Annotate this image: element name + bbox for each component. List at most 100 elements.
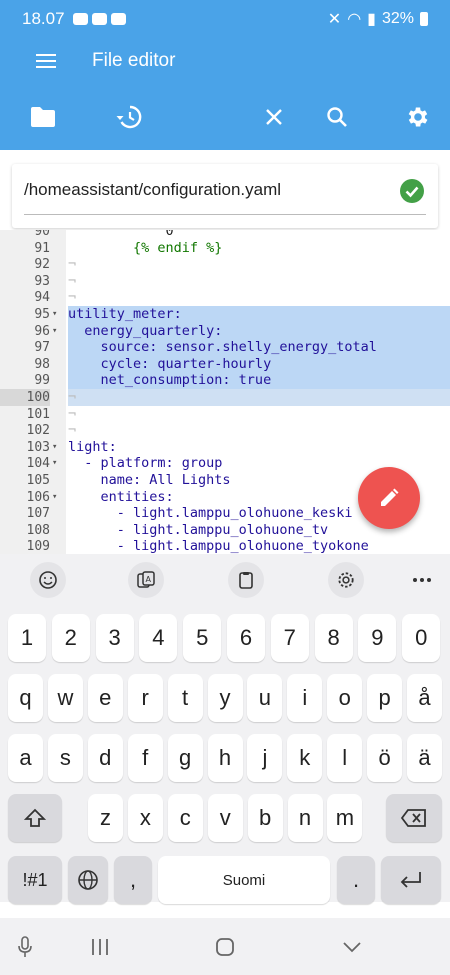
- code-line[interactable]: 90 0: [0, 230, 450, 240]
- status-right: ✕ ◠ ▮ 32%: [328, 9, 428, 29]
- shift-key[interactable]: [8, 794, 62, 842]
- code-line[interactable]: 109 - light.lamppu_olohuone_tyokone: [0, 538, 450, 554]
- gallery-notification-icon: [110, 13, 126, 25]
- fold-toggle-icon[interactable]: ▾: [52, 306, 62, 323]
- period-key[interactable]: .: [337, 856, 375, 904]
- key-x[interactable]: x: [127, 794, 163, 842]
- line-number: 93: [34, 273, 50, 289]
- keyboard-settings-button[interactable]: [328, 562, 364, 598]
- code-line[interactable]: 91 {% endif %}: [0, 240, 450, 257]
- key-l[interactable]: l: [327, 734, 363, 782]
- settings-button[interactable]: [396, 95, 440, 139]
- line-content: - light.lamppu_olohuone_tyokone: [68, 538, 369, 554]
- home-button[interactable]: [210, 932, 240, 962]
- text-style-button[interactable]: A: [128, 562, 164, 598]
- key-s[interactable]: s: [47, 734, 83, 782]
- menu-button[interactable]: [0, 38, 92, 84]
- key-y[interactable]: y: [207, 674, 243, 722]
- key-4[interactable]: 4: [139, 614, 178, 662]
- code-line[interactable]: 102 ¬: [0, 422, 450, 439]
- file-path[interactable]: /homeassistant/configuration.yaml: [24, 180, 281, 200]
- shift-icon: [24, 808, 46, 827]
- key-3[interactable]: 3: [95, 614, 134, 662]
- key-5[interactable]: 5: [183, 614, 222, 662]
- key-w[interactable]: w: [47, 674, 83, 722]
- key-ö[interactable]: ö: [367, 734, 403, 782]
- fold-toggle-icon[interactable]: ▾: [52, 323, 62, 340]
- key-ä[interactable]: ä: [407, 734, 442, 782]
- fold-toggle-icon[interactable]: ▾: [52, 489, 62, 506]
- key-u[interactable]: u: [247, 674, 283, 722]
- comma-key[interactable]: ,: [114, 856, 152, 904]
- key-z[interactable]: z: [88, 794, 123, 842]
- emoji-button[interactable]: [30, 562, 66, 598]
- key-n[interactable]: n: [287, 794, 323, 842]
- system-nav-bar: [0, 918, 450, 975]
- key-p[interactable]: p: [367, 674, 403, 722]
- key-j[interactable]: j: [247, 734, 283, 782]
- key-c[interactable]: c: [167, 794, 203, 842]
- key-2[interactable]: 2: [51, 614, 90, 662]
- search-icon: [327, 107, 347, 127]
- code-line[interactable]: 101 ¬: [0, 406, 450, 423]
- key-8[interactable]: 8: [314, 614, 353, 662]
- back-button[interactable]: [337, 932, 367, 962]
- enter-key[interactable]: [381, 856, 441, 904]
- key-1[interactable]: 1: [8, 614, 46, 662]
- line-content: utility_meter:: [68, 306, 450, 323]
- key-å[interactable]: å: [407, 674, 442, 722]
- line-content: net_consumption: true: [68, 372, 450, 390]
- key-t[interactable]: t: [167, 674, 203, 722]
- code-line[interactable]: 95 ▾ utility_meter:: [0, 306, 450, 323]
- history-button[interactable]: [107, 95, 151, 139]
- key-h[interactable]: h: [207, 734, 243, 782]
- key-o[interactable]: o: [327, 674, 363, 722]
- code-line[interactable]: 103 ▾ light:: [0, 439, 450, 456]
- code-line[interactable]: 94 ¬: [0, 289, 450, 306]
- edit-fab-button[interactable]: [358, 467, 420, 529]
- key-q[interactable]: q: [8, 674, 43, 722]
- line-number: 98: [34, 356, 50, 372]
- code-line[interactable]: 92 ¬: [0, 256, 450, 273]
- space-key[interactable]: Suomi: [158, 856, 330, 904]
- line-number: 102: [26, 423, 50, 439]
- fold-toggle-icon[interactable]: ▾: [52, 439, 62, 456]
- key-r[interactable]: r: [127, 674, 163, 722]
- key-9[interactable]: 9: [358, 614, 397, 662]
- backspace-key[interactable]: [386, 794, 442, 842]
- recents-button[interactable]: [85, 932, 115, 962]
- search-button[interactable]: [315, 95, 359, 139]
- code-line[interactable]: 97 source: sensor.shelly_energy_total: [0, 339, 450, 357]
- code-line[interactable]: 100 ¬: [0, 389, 450, 406]
- language-key[interactable]: [68, 856, 108, 904]
- key-0[interactable]: 0: [402, 614, 441, 662]
- clipboard-button[interactable]: [228, 562, 264, 598]
- key-f[interactable]: f: [127, 734, 163, 782]
- key-b[interactable]: b: [247, 794, 283, 842]
- code-line[interactable]: 96 ▾ energy_quarterly:: [0, 322, 450, 340]
- close-file-button[interactable]: [252, 95, 296, 139]
- key-7[interactable]: 7: [270, 614, 309, 662]
- key-e[interactable]: e: [87, 674, 123, 722]
- key-v[interactable]: v: [207, 794, 243, 842]
- key-d[interactable]: d: [87, 734, 123, 782]
- emoji-icon: [39, 571, 57, 589]
- key-m[interactable]: m: [327, 794, 363, 842]
- browse-files-button[interactable]: [21, 95, 65, 139]
- signal-icon: ▮: [367, 11, 376, 28]
- youtube-notification-icon: [72, 13, 88, 25]
- fold-toggle-icon[interactable]: ▾: [52, 455, 62, 472]
- key-i[interactable]: i: [287, 674, 323, 722]
- voice-input-button[interactable]: [10, 932, 40, 962]
- more-icon: [413, 578, 431, 582]
- code-line[interactable]: 99 net_consumption: true: [0, 372, 450, 390]
- key-k[interactable]: k: [287, 734, 323, 782]
- chevron-down-icon: [343, 942, 361, 953]
- key-g[interactable]: g: [167, 734, 203, 782]
- more-options-button[interactable]: [404, 562, 440, 598]
- symbols-key[interactable]: !#1: [8, 856, 62, 904]
- key-6[interactable]: 6: [227, 614, 265, 662]
- code-line[interactable]: 98 cycle: quarter-hourly: [0, 355, 450, 373]
- code-line[interactable]: 93 ¬: [0, 273, 450, 290]
- key-a[interactable]: a: [8, 734, 43, 782]
